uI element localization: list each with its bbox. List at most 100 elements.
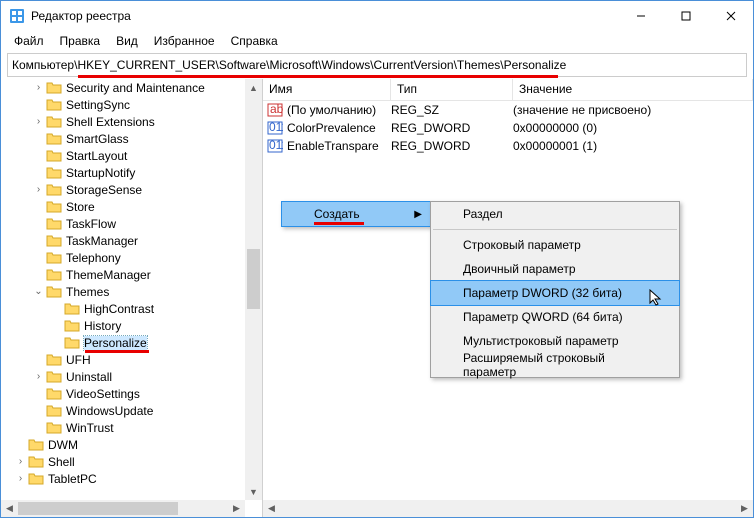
list-scrollbar-horizontal[interactable]: ◀ ▶ [263, 500, 753, 517]
value-type: REG_SZ [391, 103, 513, 117]
value-row[interactable]: 011 ColorPrevalence REG_DWORD0x00000000 (0… [263, 119, 753, 137]
tree-item-personalize[interactable]: Personalize [1, 334, 205, 351]
tree-label: SmartGlass [66, 132, 129, 146]
tree-item-storagesense[interactable]: › StorageSense [1, 181, 205, 198]
tree-item-taskmanager[interactable]: TaskManager [1, 232, 205, 249]
expand-icon[interactable]: › [15, 473, 26, 484]
svg-text:ab: ab [270, 103, 283, 116]
tree-label: VideoSettings [66, 387, 140, 401]
tree-scrollbar-vertical[interactable]: ▲ ▼ [245, 79, 262, 500]
tree-label: Telephony [66, 251, 121, 265]
scroll-right-button[interactable]: ▶ [736, 500, 753, 517]
scroll-up-button[interactable]: ▲ [245, 79, 262, 96]
ctx-create-label: Создать [314, 207, 360, 221]
col-value[interactable]: Значение [513, 79, 753, 100]
col-name[interactable]: Имя [263, 79, 391, 100]
tree-label: Security and Maintenance [66, 81, 205, 95]
tree-item-ufh[interactable]: UFH [1, 351, 205, 368]
scroll-left-button[interactable]: ◀ [1, 500, 18, 517]
tree-item-store[interactable]: Store [1, 198, 205, 215]
tree-item-taskflow[interactable]: TaskFlow [1, 215, 205, 232]
tree-item-videosettings[interactable]: VideoSettings [1, 385, 205, 402]
address-path: HKEY_CURRENT_USER\Software\Microsoft\Win… [77, 58, 566, 72]
scroll-down-button[interactable]: ▼ [245, 483, 262, 500]
tree-label: Uninstall [66, 370, 112, 384]
address-highlight [78, 75, 558, 78]
scroll-right-button[interactable]: ▶ [228, 500, 245, 517]
scroll-thumb-h[interactable] [18, 502, 178, 515]
close-button[interactable] [708, 1, 753, 31]
ctx-highlight [314, 222, 364, 225]
svg-text:011: 011 [269, 121, 283, 134]
scroll-thumb-v[interactable] [247, 249, 260, 309]
minimize-button[interactable] [618, 1, 663, 31]
expand-icon[interactable]: ⌄ [33, 286, 44, 297]
ctx-create[interactable]: Создать ▶ [282, 202, 430, 226]
maximize-button[interactable] [663, 1, 708, 31]
expand-icon[interactable]: › [33, 116, 44, 127]
tree-item-tabletpc[interactable]: › TabletPC [1, 470, 205, 487]
value-name: ColorPrevalence [287, 121, 376, 135]
expand-icon[interactable]: › [33, 82, 44, 93]
tree-item-shell[interactable]: ›Shell [1, 453, 205, 470]
expand-icon[interactable]: › [33, 184, 44, 195]
ctx-item[interactable]: Двоичный параметр [431, 257, 679, 281]
address-bar[interactable]: Компьютер\HKEY_CURRENT_USER\Software\Mic… [7, 53, 747, 77]
tree-item-themes[interactable]: ⌄ Themes [1, 283, 205, 300]
tree-item-dwm[interactable]: DWM [1, 436, 205, 453]
expand-icon[interactable]: › [15, 456, 26, 467]
tree-item-highcontrast[interactable]: HighContrast [1, 300, 205, 317]
menu-favorites[interactable]: Избранное [147, 32, 222, 50]
value-type: REG_DWORD [391, 139, 513, 153]
tree-item-startlayout[interactable]: StartLayout [1, 147, 205, 164]
tree-label: Themes [66, 285, 109, 299]
tree-item-wintrust[interactable]: WinTrust [1, 419, 205, 436]
app-icon [9, 8, 25, 24]
tree-item-uninstall[interactable]: › Uninstall [1, 368, 205, 385]
tree-label: StorageSense [66, 183, 142, 197]
ctx-item[interactable]: Раздел [431, 202, 679, 226]
chevron-right-icon: ▶ [414, 209, 422, 220]
value-data: 0x00000000 (0) [513, 121, 753, 135]
context-menu: Создать ▶ [281, 201, 431, 227]
ctx-separator [433, 229, 677, 230]
value-row[interactable]: ab (По умолчанию) REG_SZ(значение не присв… [263, 101, 753, 119]
menu-view[interactable]: Вид [109, 32, 145, 50]
value-data: (значение не присвоено) [513, 103, 753, 117]
col-type[interactable]: Тип [391, 79, 513, 100]
ctx-item[interactable]: Параметр QWORD (64 бита) [431, 305, 679, 329]
tree-item-shell-extensions[interactable]: ›Shell Extensions [1, 113, 205, 130]
tree-label: StartLayout [66, 149, 127, 163]
expand-icon[interactable]: › [33, 371, 44, 382]
menu-edit[interactable]: Правка [53, 32, 108, 50]
tree-item-thememanager[interactable]: ThemeManager [1, 266, 205, 283]
address-prefix: Компьютер\ [12, 58, 77, 72]
value-row[interactable]: 011EnableTranspareREG_DWORD0x00000001 (1… [263, 137, 753, 155]
scroll-left-button[interactable]: ◀ [263, 500, 280, 517]
ctx-item-label: Мультистроковый параметр [463, 334, 619, 348]
tree-label: TabletPC [48, 472, 97, 486]
tree-pane[interactable]: ›Security and MaintenanceSettingSync›She… [1, 79, 263, 517]
menu-file[interactable]: Файл [7, 32, 51, 50]
tree-scrollbar-horizontal[interactable]: ◀ ▶ [1, 500, 245, 517]
ctx-item-label: Расширяемый строковый параметр [463, 351, 659, 379]
tree-item-windowsupdate[interactable]: WindowsUpdate [1, 402, 205, 419]
tree-item-startupnotify[interactable]: StartupNotify [1, 164, 205, 181]
tree-item-security-and-maintenance[interactable]: › Security and Maintenance [1, 79, 205, 96]
title-text: Редактор реестра [31, 9, 618, 23]
ctx-item-label: Строковый параметр [463, 238, 581, 252]
tree-label: WinTrust [66, 421, 114, 435]
tree-label: DWM [48, 438, 78, 452]
tree-item-settingsync[interactable]: SettingSync [1, 96, 205, 113]
tree-item-history[interactable]: History [1, 317, 205, 334]
tree-item-telephony[interactable]: Telephony [1, 249, 205, 266]
tree-item-smartglass[interactable]: SmartGlass [1, 130, 205, 147]
ctx-item[interactable]: Параметр DWORD (32 бита) [431, 281, 679, 305]
value-type: REG_DWORD [391, 121, 513, 135]
value-name: (По умолчанию) [287, 103, 376, 117]
ctx-item[interactable]: Мультистроковый параметр [431, 329, 679, 353]
ctx-item[interactable]: Строковый параметр [431, 233, 679, 257]
menu-help[interactable]: Справка [224, 32, 285, 50]
ctx-item[interactable]: Расширяемый строковый параметр [431, 353, 679, 377]
ctx-item-label: Двоичный параметр [463, 262, 576, 276]
